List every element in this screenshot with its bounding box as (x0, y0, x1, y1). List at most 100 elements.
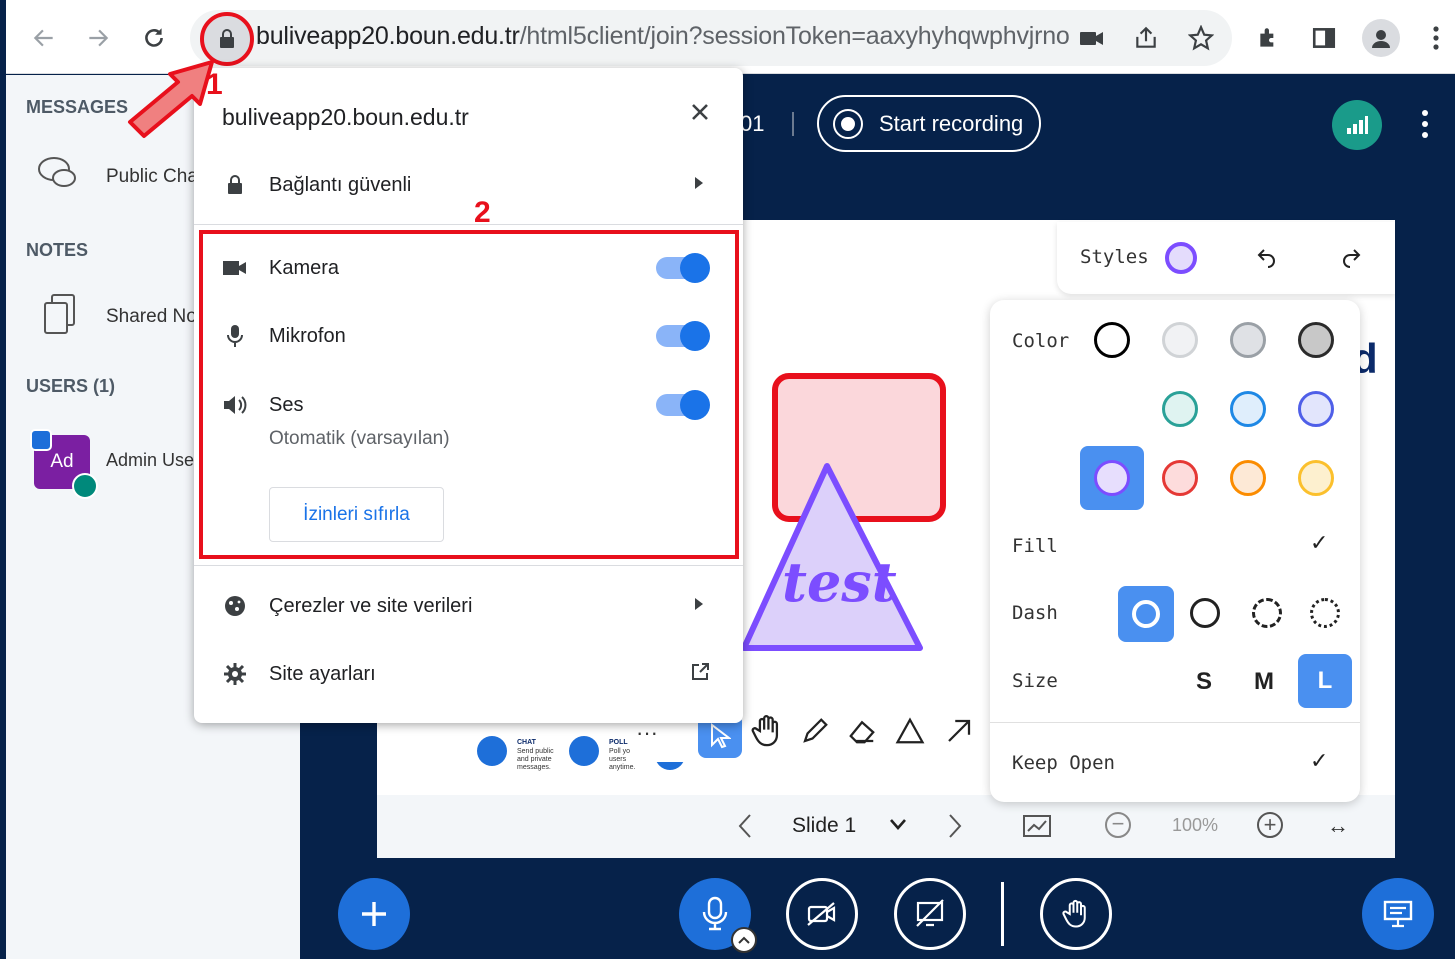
whiteboard-toggle[interactable] (1023, 815, 1051, 842)
chevron-down-icon (890, 819, 906, 830)
redo-icon (1343, 249, 1361, 268)
fill-check-icon[interactable]: ✓ (1310, 530, 1328, 556)
dash-solid-button[interactable] (1118, 586, 1174, 642)
presenter-icon (30, 429, 52, 451)
styles-label[interactable]: Styles (1080, 246, 1149, 268)
connection-status-button[interactable] (1332, 100, 1382, 150)
chevron-right-icon (694, 176, 704, 195)
presentation-icon (1383, 900, 1413, 928)
popup-divider (194, 565, 743, 566)
start-recording-label: Start recording (879, 110, 1024, 136)
actions-button[interactable] (338, 878, 410, 950)
browser-menu-icon[interactable] (1420, 22, 1452, 54)
pencil-tool-button[interactable] (800, 716, 830, 751)
size-s-button[interactable]: S (1196, 668, 1212, 696)
size-label: Size (1012, 670, 1058, 692)
slide-label[interactable]: Slide 1 (792, 814, 856, 838)
color-swatch[interactable] (1162, 460, 1198, 496)
prev-slide-button[interactable] (737, 813, 753, 844)
extensions-icon[interactable] (1253, 22, 1285, 54)
screen-share-off-icon (916, 899, 944, 927)
color-swatch[interactable] (1162, 391, 1198, 427)
url-text[interactable]: buliveapp20.boun.edu.tr/html5client/join… (256, 22, 1070, 51)
chat-icon (36, 153, 80, 198)
popup-site-title: buliveapp20.boun.edu.tr (222, 104, 469, 130)
eraser-tool-button[interactable] (846, 716, 878, 751)
plus-icon (362, 902, 386, 926)
dash-dashed-button[interactable] (1252, 598, 1282, 628)
dash-none-button[interactable] (1190, 598, 1220, 628)
raise-hand-button[interactable] (1040, 878, 1112, 950)
notes-icon (42, 293, 78, 342)
screen-share-button[interactable] (894, 878, 966, 950)
profile-icon[interactable] (1362, 19, 1400, 57)
color-swatch[interactable] (1230, 322, 1266, 358)
color-swatch[interactable] (1162, 322, 1198, 358)
connection-row[interactable]: Bağlantı güvenli (194, 155, 743, 215)
mini-poll-title: POLL (609, 739, 628, 746)
back-button[interactable] (26, 20, 62, 56)
messages-heading: MESSAGES (26, 97, 129, 117)
shape-tool-button[interactable] (894, 716, 926, 751)
dash-dotted-button[interactable] (1310, 598, 1340, 628)
arrow-tool-button[interactable] (944, 716, 974, 751)
admin-user-item[interactable]: Admin Use (106, 450, 194, 471)
size-l-button[interactable]: L (1298, 654, 1352, 708)
record-icon (833, 108, 863, 139)
public-chat-item[interactable]: Public Cha (106, 166, 198, 188)
more-tools-icon[interactable]: ··· (636, 720, 658, 746)
camera-off-icon (807, 902, 836, 926)
fit-width-icon[interactable]: ↔ (1327, 813, 1349, 839)
share-icon[interactable] (1130, 22, 1162, 54)
triangle-icon (895, 717, 925, 744)
bookmark-star-icon[interactable] (1185, 22, 1217, 54)
presentation-button[interactable] (1362, 878, 1434, 950)
cookies-row[interactable]: Çerezler ve site verileri (194, 576, 743, 636)
toolbar-divider (1001, 882, 1004, 946)
keep-open-label[interactable]: Keep Open (1012, 752, 1115, 774)
slide-dropdown[interactable] (889, 817, 907, 836)
external-link-icon (690, 662, 710, 687)
color-swatch[interactable] (1298, 460, 1334, 496)
color-swatch[interactable] (1298, 322, 1334, 358)
panel-divider (990, 722, 1360, 723)
current-style-swatch[interactable] (1165, 242, 1197, 274)
site-settings-label: Site ayarları (269, 662, 376, 685)
color-swatch[interactable] (1094, 460, 1130, 496)
next-slide-button[interactable] (947, 813, 963, 844)
pencil-icon (803, 718, 828, 743)
meeting-title-fragment: 01 (740, 111, 765, 136)
shared-notes-item[interactable]: Shared No (106, 306, 197, 328)
zoom-out-button[interactable]: − (1105, 812, 1131, 838)
fill-label: Fill (1012, 535, 1058, 557)
pan-tool-button[interactable] (750, 714, 784, 753)
size-m-button[interactable]: M (1254, 668, 1274, 696)
url-path: /html5client/join?sessionToken=aaxyhyhqw… (519, 22, 1070, 50)
styles-header: Styles (1057, 222, 1395, 294)
site-settings-row[interactable]: Site ayarları (194, 644, 743, 704)
color-swatch[interactable] (1094, 322, 1130, 358)
slide-navigation: Slide 1 − 100% + ↔ (377, 795, 1395, 858)
forward-button[interactable] (80, 20, 116, 56)
reload-button[interactable] (136, 20, 172, 56)
redo-button[interactable] (1339, 244, 1363, 273)
camera-button[interactable] (786, 878, 858, 950)
signal-bars-icon (1347, 116, 1368, 134)
audio-options-button[interactable] (731, 927, 757, 953)
users-heading: USERS (1) (26, 376, 116, 396)
keep-open-check-icon[interactable]: ✓ (1310, 748, 1328, 774)
start-recording-button[interactable]: Start recording (817, 95, 1041, 152)
undo-button[interactable] (1255, 244, 1279, 273)
red-arrow-annotation (128, 60, 214, 138)
camera-indicator-icon[interactable] (1076, 22, 1108, 54)
color-swatch[interactable] (1298, 391, 1334, 427)
close-popup-button[interactable] (690, 102, 710, 127)
chevron-up-icon (738, 936, 750, 944)
connection-label: Bağlantı güvenli (269, 173, 412, 196)
color-swatch[interactable] (1230, 460, 1266, 496)
side-panel-icon[interactable] (1308, 22, 1340, 54)
color-swatch[interactable] (1230, 391, 1266, 427)
zoom-in-button[interactable]: + (1257, 812, 1283, 838)
mic-status-icon (72, 473, 98, 499)
options-menu-icon[interactable] (1420, 108, 1430, 145)
